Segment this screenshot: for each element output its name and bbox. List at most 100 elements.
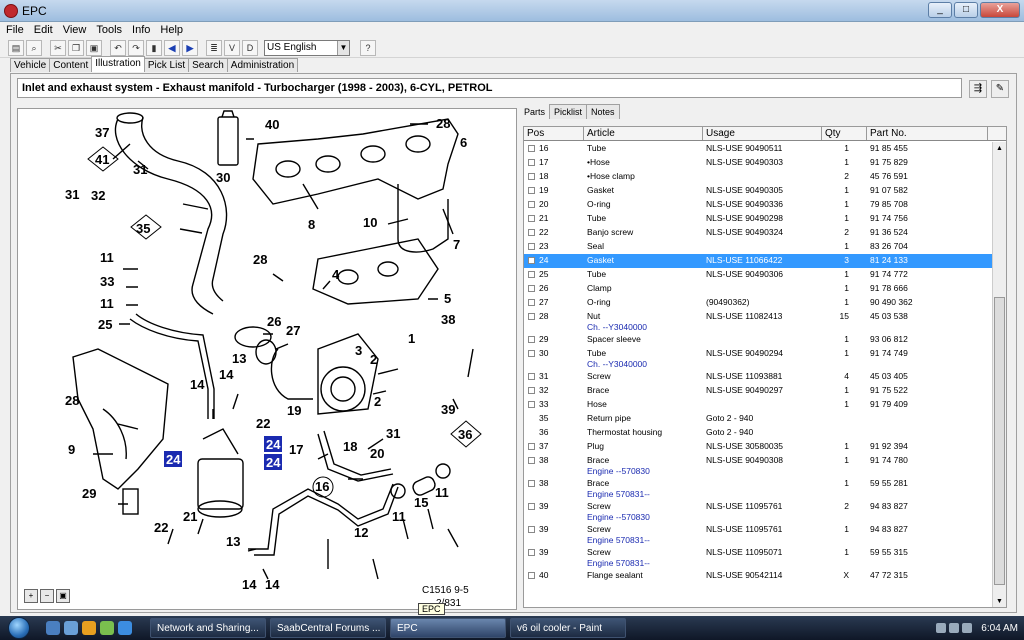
redo-icon[interactable]: ↷ [128, 39, 144, 56]
column-usage[interactable]: Usage [703, 127, 822, 140]
row-checkbox[interactable] [528, 215, 535, 222]
callout-28c[interactable]: 28 [65, 393, 79, 408]
table-row[interactable]: 25 Tube NLS-USE 90490306 1 91 74 772 [524, 268, 992, 282]
network-icon[interactable] [936, 623, 947, 633]
row-checkbox[interactable] [528, 572, 535, 579]
table-row[interactable]: 17 •Hose NLS-USE 90490303 1 91 75 829 [524, 156, 992, 170]
callout-30[interactable]: 30 [216, 170, 230, 185]
close-button[interactable]: X [980, 2, 1020, 18]
table-row[interactable]: 33 Hose 1 91 79 409 [524, 398, 992, 412]
firefox-icon[interactable] [82, 621, 96, 635]
callout-36[interactable]: 36 [458, 427, 472, 442]
callout-31b[interactable]: 31 [65, 187, 79, 202]
media-icon[interactable] [100, 621, 114, 635]
callout-4[interactable]: 4 [332, 267, 340, 282]
row-checkbox[interactable] [528, 350, 535, 357]
tab-parts[interactable]: Parts [519, 104, 551, 119]
forward-arrow-icon[interactable]: ▶ [182, 39, 198, 56]
callout-1[interactable]: 1 [408, 331, 415, 346]
table-row[interactable]: 23 Seal 1 83 26 704 [524, 240, 992, 254]
table-row[interactable]: 32 Brace NLS-USE 90490297 1 91 75 522 [524, 384, 992, 398]
callout-14d[interactable]: 14 [265, 577, 280, 592]
row-checkbox[interactable] [528, 243, 535, 250]
tab-pick-list[interactable]: Pick List [143, 58, 190, 72]
row-checkbox[interactable] [528, 187, 535, 194]
callout-24-c[interactable]: 24 [266, 455, 281, 470]
callout-12[interactable]: 12 [354, 525, 368, 540]
row-checkbox[interactable] [528, 401, 535, 408]
row-checkbox[interactable] [528, 503, 535, 510]
row-checkbox[interactable] [528, 526, 535, 533]
row-checkbox[interactable] [528, 159, 535, 166]
callout-32[interactable]: 32 [91, 188, 105, 203]
table-row[interactable]: 38 Brace Engine --570830 NLS-USE 90490308 1 9… [524, 454, 992, 477]
menu-view[interactable]: View [63, 24, 87, 36]
callout-13b[interactable]: 13 [226, 534, 240, 549]
maximize-button[interactable]: □ [954, 2, 978, 18]
row-checkbox[interactable] [528, 313, 535, 320]
picklist-icon[interactable]: ≣ [206, 39, 222, 56]
row-checkbox[interactable] [528, 271, 535, 278]
back-arrow-icon[interactable]: ◀ [164, 39, 180, 56]
table-row[interactable]: 39 Screw Engine 570831-- NLS-USE 11095761 1 9… [524, 523, 992, 546]
callout-21[interactable]: 21 [183, 509, 197, 524]
callout-10[interactable]: 10 [363, 215, 377, 230]
column-pos[interactable]: Pos [524, 127, 584, 140]
table-row[interactable]: 30 Tube Ch. --Y3040000 NLS-USE 90490294 1 91 … [524, 347, 992, 370]
edit-note-icon[interactable]: ✎ [991, 80, 1009, 98]
callout-39[interactable]: 39 [441, 402, 455, 417]
callout-7[interactable]: 7 [453, 237, 460, 252]
tab-search[interactable]: Search [188, 58, 228, 72]
menu-edit[interactable]: Edit [34, 24, 53, 36]
callout-16[interactable]: 16 [315, 479, 329, 494]
table-row[interactable]: 28 Nut Ch. --Y3040000 NLS-USE 11082413 15 45 … [524, 310, 992, 333]
table-row[interactable]: 39 Screw Engine 570831-- NLS-USE 11095071 1 5… [524, 546, 992, 569]
callout-35[interactable]: 35 [136, 221, 150, 236]
callout-11[interactable]: 11 [100, 250, 114, 265]
callout-18[interactable]: 18 [343, 439, 357, 454]
table-row[interactable]: 26 Clamp 1 91 78 666 [524, 282, 992, 296]
start-button[interactable] [0, 616, 38, 640]
callout-33[interactable]: 33 [100, 274, 114, 289]
zoom-out-icon[interactable]: − [40, 589, 54, 603]
exploded-diagram[interactable]: 37 40 28 6 31 41 32 31 30 8 10 7 35 11 3… [18, 109, 516, 609]
callout-22b[interactable]: 22 [154, 520, 168, 535]
callout-41[interactable]: 41 [95, 152, 109, 167]
table-row[interactable]: 24 Gasket NLS-USE 11066422 3 81 24 133 [524, 254, 992, 268]
callout-11d[interactable]: 11 [435, 485, 449, 500]
security-icon[interactable] [962, 623, 973, 633]
row-checkbox[interactable] [528, 299, 535, 306]
row-checkbox[interactable] [528, 285, 535, 292]
table-row[interactable]: 27 O-ring (90490362) 1 90 490 362 [524, 296, 992, 310]
callout-37[interactable]: 37 [95, 125, 109, 140]
row-checkbox[interactable] [528, 480, 535, 487]
tab-picklist[interactable]: Picklist [549, 104, 588, 119]
callout-40[interactable]: 40 [265, 117, 279, 132]
callout-13[interactable]: 13 [232, 351, 246, 366]
callout-29[interactable]: 29 [82, 486, 96, 501]
taskbar-network[interactable]: Network and Sharing... [150, 618, 266, 638]
callout-2b[interactable]: 2 [374, 394, 381, 409]
table-row[interactable]: 35 Return pipe Goto 2 - 940 [524, 412, 992, 426]
undo-icon[interactable]: ↶ [110, 39, 126, 56]
table-row[interactable]: 31 Screw NLS-USE 11093881 4 45 03 405 [524, 370, 992, 384]
table-row[interactable]: 22 Banjo screw NLS-USE 90490324 2 91 36 524 [524, 226, 992, 240]
menu-info[interactable]: Info [132, 24, 150, 36]
row-checkbox[interactable] [528, 201, 535, 208]
callout-28[interactable]: 28 [436, 116, 450, 131]
add-to-picklist-icon[interactable]: ⇶ [969, 80, 987, 98]
tab-administration[interactable]: Administration [226, 58, 299, 72]
callout-25[interactable]: 25 [98, 317, 112, 332]
callout-19[interactable]: 19 [287, 403, 301, 418]
callout-15[interactable]: 15 [414, 495, 428, 510]
minimize-button[interactable]: _ [928, 2, 952, 18]
callout-2[interactable]: 2 [370, 352, 377, 367]
callout-11c[interactable]: 11 [392, 509, 406, 524]
row-checkbox[interactable] [528, 145, 535, 152]
tab-vehicle[interactable]: Vehicle [10, 58, 51, 72]
scroll-thumb[interactable] [994, 297, 1005, 585]
help-icon[interactable]: ? [360, 39, 376, 56]
callout-20[interactable]: 20 [370, 446, 384, 461]
callout-22[interactable]: 22 [256, 416, 270, 431]
ie-icon[interactable] [118, 621, 132, 635]
